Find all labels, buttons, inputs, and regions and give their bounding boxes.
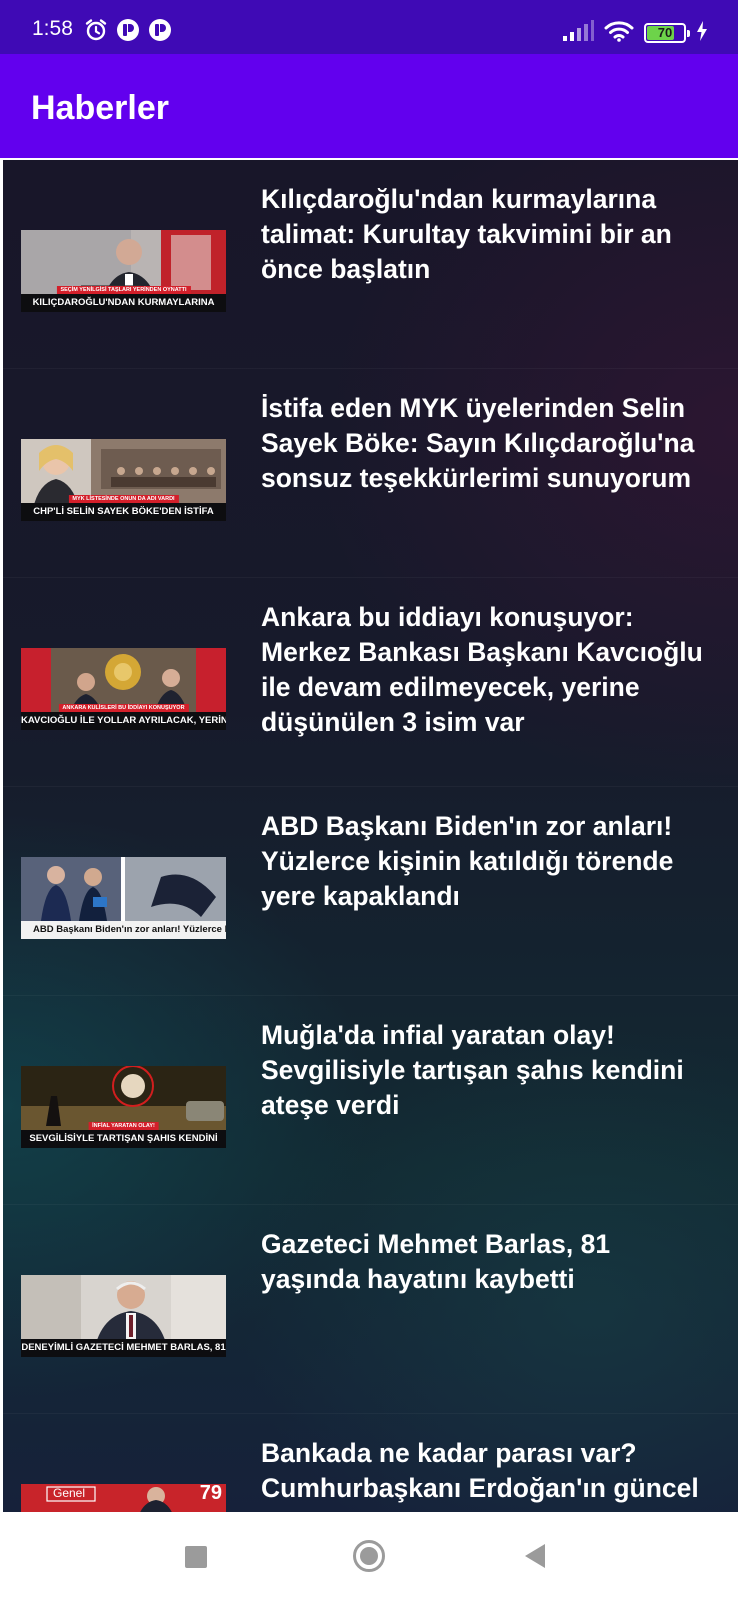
page-title: Haberler bbox=[31, 89, 169, 127]
recents-button[interactable] bbox=[185, 1546, 207, 1568]
news-thumbnail[interactable]: ANKARA KULİSLERİ BU İDDİAYI KONUŞUYOR KA… bbox=[21, 648, 226, 730]
news-headline[interactable]: Bankada ne kadar parası var? Cumhurbaşka… bbox=[261, 1436, 738, 1506]
news-item[interactable]: ANKARA KULİSLERİ BU İDDİAYI KONUŞUYOR KA… bbox=[3, 578, 738, 787]
thumb-overlay-left: Genel bbox=[53, 1486, 86, 1500]
thumb-caption: ABD Başkanı Biden'ın zor anları! Yüzlerc… bbox=[21, 921, 226, 939]
news-thumbnail[interactable]: Genel 79 bbox=[21, 1484, 226, 1512]
status-time: 1:58 bbox=[32, 17, 73, 40]
battery-tip bbox=[687, 30, 690, 37]
news-item[interactable]: MYK LİSTESİNDE ONUN DA ADI VARDI CHP'Lİ … bbox=[3, 369, 738, 578]
news-headline[interactable]: ABD Başkanı Biden'ın zor anları! Yüzlerc… bbox=[261, 809, 738, 914]
charging-icon bbox=[696, 20, 708, 46]
thumb-tag: ANKARA KULİSLERİ BU İDDİAYI KONUŞUYOR bbox=[58, 704, 189, 712]
wifi-icon bbox=[604, 20, 634, 47]
news-headline[interactable]: Kılıçdaroğlu'ndan kurmaylarına talimat: … bbox=[261, 182, 738, 287]
news-thumbnail[interactable]: İNFİAL YARATAN OLAY! SEVGİLİSİYLE TARTIŞ… bbox=[21, 1066, 226, 1148]
thumb-caption: CHP'Lİ SELİN SAYEK BÖKE'DEN İSTİFA bbox=[21, 503, 226, 521]
news-headline[interactable]: Ankara bu iddiayı konuşuyor: Merkez Bank… bbox=[261, 600, 738, 740]
thumb-caption: KILIÇDAROĞLU'NDAN KURMAYLARINA bbox=[21, 294, 226, 312]
status-icons-right: 70 bbox=[562, 19, 708, 47]
back-button[interactable] bbox=[523, 1542, 547, 1570]
alarm-icon bbox=[84, 18, 108, 47]
news-item[interactable]: DENEYİMLİ GAZETECİ MEHMET BARLAS, 81 Gaz… bbox=[3, 1205, 738, 1414]
notification-app-icon bbox=[116, 18, 140, 47]
news-headline[interactable]: Muğla'da infial yaratan olay! Sevgilisiy… bbox=[261, 1018, 738, 1123]
navigation-bar bbox=[0, 1512, 738, 1600]
news-headline[interactable]: Gazeteci Mehmet Barlas, 81 yaşında hayat… bbox=[261, 1227, 738, 1297]
news-item[interactable]: Genel 79 Bankada ne kadar parası var? Cu… bbox=[3, 1414, 738, 1512]
screen: 1:58 70 Haberler SEÇİM YENİLGİSİ TAŞLARI… bbox=[0, 0, 738, 1600]
news-thumbnail[interactable]: SEÇİM YENİLGİSİ TAŞLARI YERİNDEN OYNATTI… bbox=[21, 230, 226, 312]
app-bar: Haberler bbox=[0, 54, 738, 158]
thumb-tag: MYK LİSTESİNDE ONUN DA ADI VARDI bbox=[68, 495, 179, 503]
notification-app-icon bbox=[148, 18, 172, 47]
news-thumbnail[interactable]: MYK LİSTESİNDE ONUN DA ADI VARDI CHP'Lİ … bbox=[21, 439, 226, 521]
thumb-overlay-right: 79 bbox=[199, 1484, 222, 1504]
home-button[interactable] bbox=[352, 1539, 386, 1573]
thumb-caption: DENEYİMLİ GAZETECİ MEHMET BARLAS, 81 bbox=[21, 1339, 226, 1357]
news-item[interactable]: ABD Başkanı Biden'ın zor anları! Yüzlerc… bbox=[3, 787, 738, 996]
signal-icon bbox=[562, 19, 594, 47]
news-item[interactable]: SEÇİM YENİLGİSİ TAŞLARI YERİNDEN OYNATTI… bbox=[3, 160, 738, 369]
thumb-caption: SEVGİLİSİYLE TARTIŞAN ŞAHIS KENDİNİ bbox=[21, 1130, 226, 1148]
news-thumbnail[interactable]: ABD Başkanı Biden'ın zor anları! Yüzlerc… bbox=[21, 857, 226, 939]
thumb-tag: SEÇİM YENİLGİSİ TAŞLARI YERİNDEN OYNATTI bbox=[56, 286, 191, 294]
news-thumbnail[interactable]: DENEYİMLİ GAZETECİ MEHMET BARLAS, 81 bbox=[21, 1275, 226, 1357]
news-item[interactable]: İNFİAL YARATAN OLAY! SEVGİLİSİYLE TARTIŞ… bbox=[3, 996, 738, 1205]
battery-icon: 70 bbox=[644, 23, 690, 43]
status-icons-left bbox=[84, 18, 172, 47]
thumb-caption: KAVCIOĞLU İLE YOLLAR AYRILACAK, YERİNE bbox=[21, 712, 226, 730]
news-headline[interactable]: İstifa eden MYK üyelerinden Selin Sayek … bbox=[261, 391, 738, 496]
thumb-tag: İNFİAL YARATAN OLAY! bbox=[88, 1122, 159, 1130]
battery-percent: 70 bbox=[657, 25, 673, 40]
status-bar: 1:58 70 bbox=[0, 0, 738, 54]
news-list[interactable]: SEÇİM YENİLGİSİ TAŞLARI YERİNDEN OYNATTI… bbox=[3, 160, 738, 1512]
